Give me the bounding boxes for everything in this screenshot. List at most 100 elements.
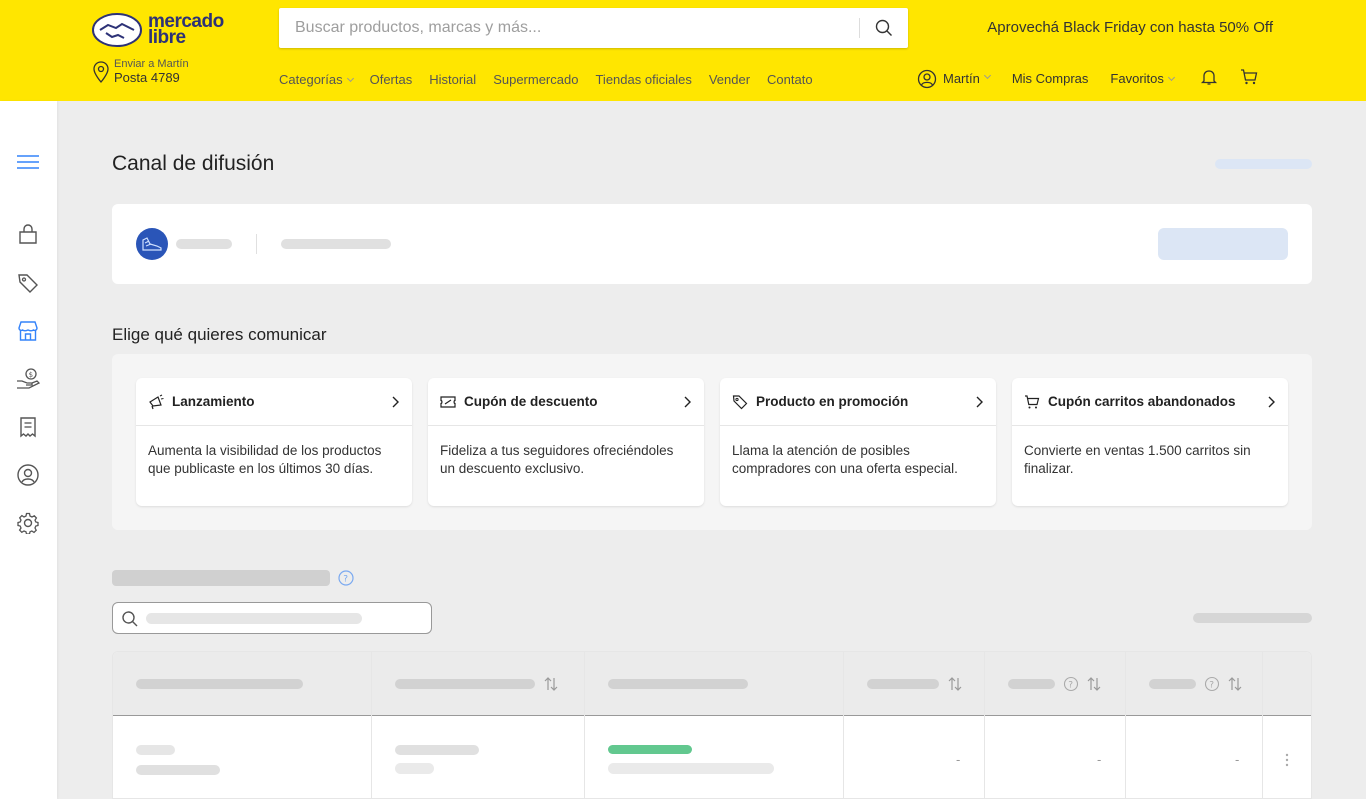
cart-button[interactable] <box>1240 68 1258 89</box>
divider <box>256 234 257 254</box>
nav-categories[interactable]: Categorías <box>279 72 354 87</box>
sort-icon[interactable] <box>1227 676 1243 692</box>
sort-icon[interactable] <box>947 676 963 692</box>
page-title: Canal de difusión <box>112 152 275 175</box>
option-card-header: Cupón de descuento <box>428 378 704 426</box>
store-avatar <box>136 228 168 260</box>
user-nav: Martín Mis Compras Favoritos <box>917 68 1258 89</box>
empty-cell: - <box>1235 752 1240 767</box>
section-title: Elige qué quieres comunicar <box>112 325 327 344</box>
nav-offers[interactable]: Ofertas <box>370 72 413 87</box>
promo-banner[interactable]: Aprovechá Black Friday con hasta 50% Off <box>987 19 1273 36</box>
nav-supermarket[interactable]: Supermercado <box>493 72 578 87</box>
option-label: Producto en promoción <box>756 394 909 409</box>
sidebar-item-shopping[interactable] <box>16 222 40 246</box>
broadcast-table: ? ? - - - <box>112 651 1312 799</box>
table-header: ? ? <box>113 652 1311 716</box>
column-header-placeholder <box>1008 679 1055 689</box>
help-icon[interactable]: ? <box>1063 676 1079 692</box>
site-header: mercado libre Aprovechá Black Friday con… <box>0 0 1366 101</box>
option-description: Aumenta la visibilidad de los productos … <box>148 443 382 476</box>
main-nav: Categorías Ofertas Historial Supermercad… <box>279 72 813 87</box>
status-badge-placeholder <box>608 745 692 754</box>
option-card-launch[interactable]: Lanzamiento Aumenta la visibilidad de lo… <box>136 378 412 506</box>
chevron-right-icon <box>392 396 399 407</box>
cell-placeholder <box>395 745 479 755</box>
sidebar: $ <box>0 101 57 799</box>
store-profile-card <box>112 204 1312 284</box>
option-description: Fideliza a tus seguidores ofreciéndoles … <box>440 443 674 476</box>
option-card-promoted-product[interactable]: Producto en promoción Llama la atención … <box>720 378 996 506</box>
nav-categories-label: Categorías <box>279 72 343 87</box>
cell-placeholder <box>395 763 434 774</box>
shopping-bag-icon <box>19 224 37 244</box>
sidebar-item-settings[interactable] <box>16 511 40 535</box>
sidebar-item-account[interactable] <box>16 463 40 487</box>
sidebar-item-billing[interactable]: $ <box>16 367 40 391</box>
menu-toggle-button[interactable] <box>16 150 40 174</box>
shipping-location[interactable]: Enviar a Martín Posta 4789 <box>92 58 189 85</box>
nav-history[interactable]: Historial <box>429 72 476 87</box>
sneaker-icon <box>142 237 162 251</box>
search-placeholder-skeleton <box>146 613 362 624</box>
svg-text:$: $ <box>29 371 33 379</box>
column-divider <box>1125 652 1126 798</box>
option-label: Lanzamiento <box>172 394 255 409</box>
option-card-header: Cupón carritos abandonados <box>1012 378 1288 426</box>
column-header-placeholder <box>608 679 748 689</box>
nav-sell[interactable]: Vender <box>709 72 750 87</box>
tag-icon <box>732 394 748 409</box>
svg-text:?: ? <box>1209 681 1214 691</box>
user-avatar-icon <box>917 69 937 88</box>
svg-text:?: ? <box>343 575 348 585</box>
ship-label: Enviar a Martín <box>114 58 189 70</box>
sort-icon[interactable] <box>543 676 559 692</box>
chevron-down-icon <box>1167 73 1175 82</box>
table-search-input[interactable] <box>112 602 432 634</box>
column-divider <box>1262 652 1263 798</box>
notifications-button[interactable] <box>1200 68 1218 89</box>
receipt-icon <box>20 417 36 438</box>
coupon-icon <box>440 395 456 408</box>
mercadolibre-logo[interactable]: mercado libre <box>92 11 232 49</box>
cart-icon <box>1025 394 1040 408</box>
option-card-header: Producto en promoción <box>720 378 996 426</box>
money-hand-icon: $ <box>17 368 40 389</box>
empty-cell: - <box>1097 752 1102 767</box>
option-card-abandoned-carts[interactable]: Cupón carritos abandonados Convierte en … <box>1012 378 1288 506</box>
help-icon: ? <box>338 570 354 586</box>
store-info-placeholder <box>281 239 391 249</box>
my-purchases-link[interactable]: Mis Compras <box>1012 71 1089 86</box>
help-button[interactable]: ? <box>338 570 354 591</box>
chevron-down-icon <box>346 74 354 83</box>
favorites-menu[interactable]: Favoritos <box>1110 71 1175 86</box>
user-circle-icon <box>17 464 39 486</box>
store-action-button-placeholder[interactable] <box>1158 228 1288 260</box>
column-divider <box>584 652 585 798</box>
option-card-discount-coupon[interactable]: Cupón de descuento Fideliza a tus seguid… <box>428 378 704 506</box>
sidebar-item-sales[interactable] <box>16 271 40 295</box>
user-menu[interactable]: Martín <box>917 69 991 89</box>
chevron-right-icon <box>976 396 983 407</box>
user-name: Martín <box>943 71 980 86</box>
sidebar-item-invoices[interactable] <box>16 415 40 439</box>
cell-placeholder <box>608 763 774 774</box>
list-title-placeholder <box>112 570 330 586</box>
search-input[interactable] <box>279 8 849 48</box>
store-name-placeholder <box>176 239 232 249</box>
column-header-placeholder <box>395 679 535 689</box>
option-description: Convierte en ventas 1.500 carritos sin f… <box>1024 443 1251 476</box>
nav-contact[interactable]: Contato <box>767 72 813 87</box>
more-options-icon[interactable] <box>1284 752 1290 768</box>
column-divider <box>371 652 372 798</box>
megaphone-icon <box>149 394 164 409</box>
storefront-icon <box>18 321 38 341</box>
search-button[interactable] <box>860 8 908 48</box>
tag-icon <box>18 274 38 293</box>
nav-official-stores[interactable]: Tiendas oficiales <box>595 72 691 87</box>
sort-icon[interactable] <box>1086 676 1102 692</box>
sidebar-item-store[interactable] <box>16 319 40 343</box>
chevron-right-icon <box>1268 396 1275 407</box>
search-icon <box>875 19 892 36</box>
help-icon[interactable]: ? <box>1204 676 1220 692</box>
